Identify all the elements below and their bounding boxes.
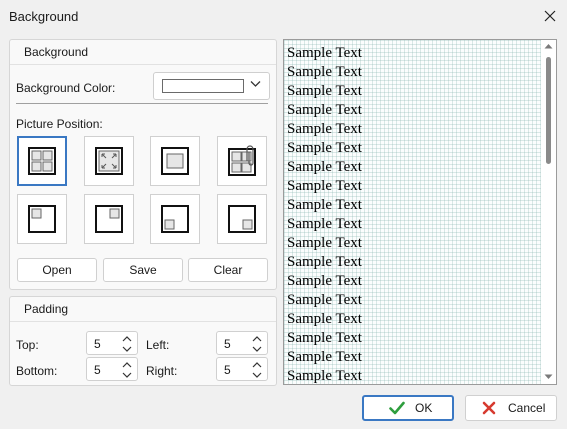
- padding-bottom-stepper[interactable]: 5: [86, 357, 138, 381]
- cancel-button[interactable]: Cancel: [465, 395, 557, 421]
- stepper-arrows-icon[interactable]: [252, 335, 262, 353]
- chevron-down-icon: [250, 81, 261, 87]
- cross-icon: [482, 401, 496, 415]
- top-left-icon: [28, 205, 56, 233]
- background-color-label: Background Color:: [16, 81, 116, 95]
- padding-left-value: 5: [224, 337, 231, 351]
- padding-left-label: Left:: [146, 338, 170, 352]
- sample-text-line: Sample Text: [287, 292, 362, 308]
- sample-text-line: Sample Text: [287, 121, 362, 137]
- preview-content: Sample Text Sample Text Sample Text Sample …: [284, 40, 542, 384]
- check-icon: [389, 401, 405, 415]
- clear-button[interactable]: Clear: [188, 258, 268, 282]
- sample-text-line: Sample Text: [287, 64, 362, 80]
- stepper-arrows-icon[interactable]: [122, 335, 132, 353]
- color-swatch: [162, 79, 244, 93]
- divider: [16, 103, 268, 104]
- padding-right-stepper[interactable]: 5: [216, 357, 268, 381]
- position-bottom-right-button[interactable]: [217, 194, 267, 244]
- title-bar: Background: [0, 0, 567, 32]
- background-color-combo[interactable]: [153, 72, 270, 100]
- sample-text-line: Sample Text: [287, 273, 362, 289]
- save-button-label: Save: [129, 263, 157, 277]
- save-button[interactable]: Save: [103, 258, 183, 282]
- attach-icon: [228, 145, 256, 176]
- top-right-icon: [95, 205, 123, 233]
- padding-right-value: 5: [224, 363, 231, 377]
- vertical-scrollbar[interactable]: [541, 40, 556, 384]
- position-top-right-button[interactable]: [84, 194, 134, 244]
- sample-text-line: Sample Text: [287, 102, 362, 118]
- sample-text-line: Sample Text: [287, 254, 362, 270]
- padding-top-stepper[interactable]: 5: [86, 331, 138, 355]
- sample-text-line: Sample Text: [287, 216, 362, 232]
- position-tile-button[interactable]: [17, 136, 67, 186]
- bottom-right-icon: [228, 205, 256, 233]
- padding-top-value: 5: [94, 337, 101, 351]
- scrollbar-thumb[interactable]: [546, 57, 551, 164]
- position-center-button[interactable]: [150, 136, 200, 186]
- padding-right-label: Right:: [146, 364, 178, 378]
- sample-text-line: Sample Text: [287, 311, 362, 327]
- stretch-icon: [95, 147, 123, 175]
- sample-text-line: Sample Text: [287, 159, 362, 175]
- padding-left-stepper[interactable]: 5: [216, 331, 268, 355]
- stepper-arrows-icon[interactable]: [252, 361, 262, 379]
- window-title: Background: [9, 9, 79, 24]
- preview-pane[interactable]: Sample Text Sample Text Sample Text Sample …: [283, 39, 557, 385]
- bottom-left-icon: [161, 205, 189, 233]
- padding-panel-title: Padding: [24, 302, 69, 316]
- sample-text-line: Sample Text: [287, 178, 362, 194]
- position-bottom-left-button[interactable]: [150, 194, 200, 244]
- center-icon: [161, 147, 189, 175]
- padding-top-label: Top:: [16, 338, 39, 352]
- position-stretch-button[interactable]: [84, 136, 134, 186]
- sample-text-line: Sample Text: [287, 140, 362, 156]
- open-button-label: Open: [42, 263, 72, 277]
- position-top-left-button[interactable]: [17, 194, 67, 244]
- padding-panel-header: Padding: [10, 297, 276, 322]
- background-panel-header: Background: [10, 40, 276, 65]
- sample-text-line: Sample Text: [287, 349, 362, 365]
- tile-icon: [28, 147, 56, 175]
- padding-bottom-value: 5: [94, 363, 101, 377]
- sample-text-line: Sample Text: [287, 197, 362, 213]
- clear-button-label: Clear: [213, 263, 243, 277]
- sample-text-line: Sample Text: [287, 235, 362, 251]
- scroll-up-icon[interactable]: [544, 43, 553, 49]
- close-button[interactable]: [536, 4, 564, 28]
- close-icon: [544, 10, 556, 22]
- sample-text-line: Sample Text: [287, 45, 362, 61]
- sample-text-line: Sample Text: [287, 83, 362, 99]
- position-attach-button[interactable]: [217, 136, 267, 186]
- stepper-arrows-icon[interactable]: [122, 361, 132, 379]
- sample-text-line: Sample Text: [287, 330, 362, 346]
- sample-text-line: Sample Text: [287, 368, 362, 384]
- scroll-down-icon[interactable]: [544, 374, 553, 380]
- picture-position-label: Picture Position:: [16, 117, 103, 131]
- ok-button-label: OK: [415, 401, 433, 415]
- background-panel-title: Background: [24, 45, 89, 59]
- ok-button[interactable]: OK: [362, 395, 454, 421]
- open-button[interactable]: Open: [17, 258, 97, 282]
- padding-bottom-label: Bottom:: [16, 364, 58, 378]
- cancel-button-label: Cancel: [508, 401, 546, 415]
